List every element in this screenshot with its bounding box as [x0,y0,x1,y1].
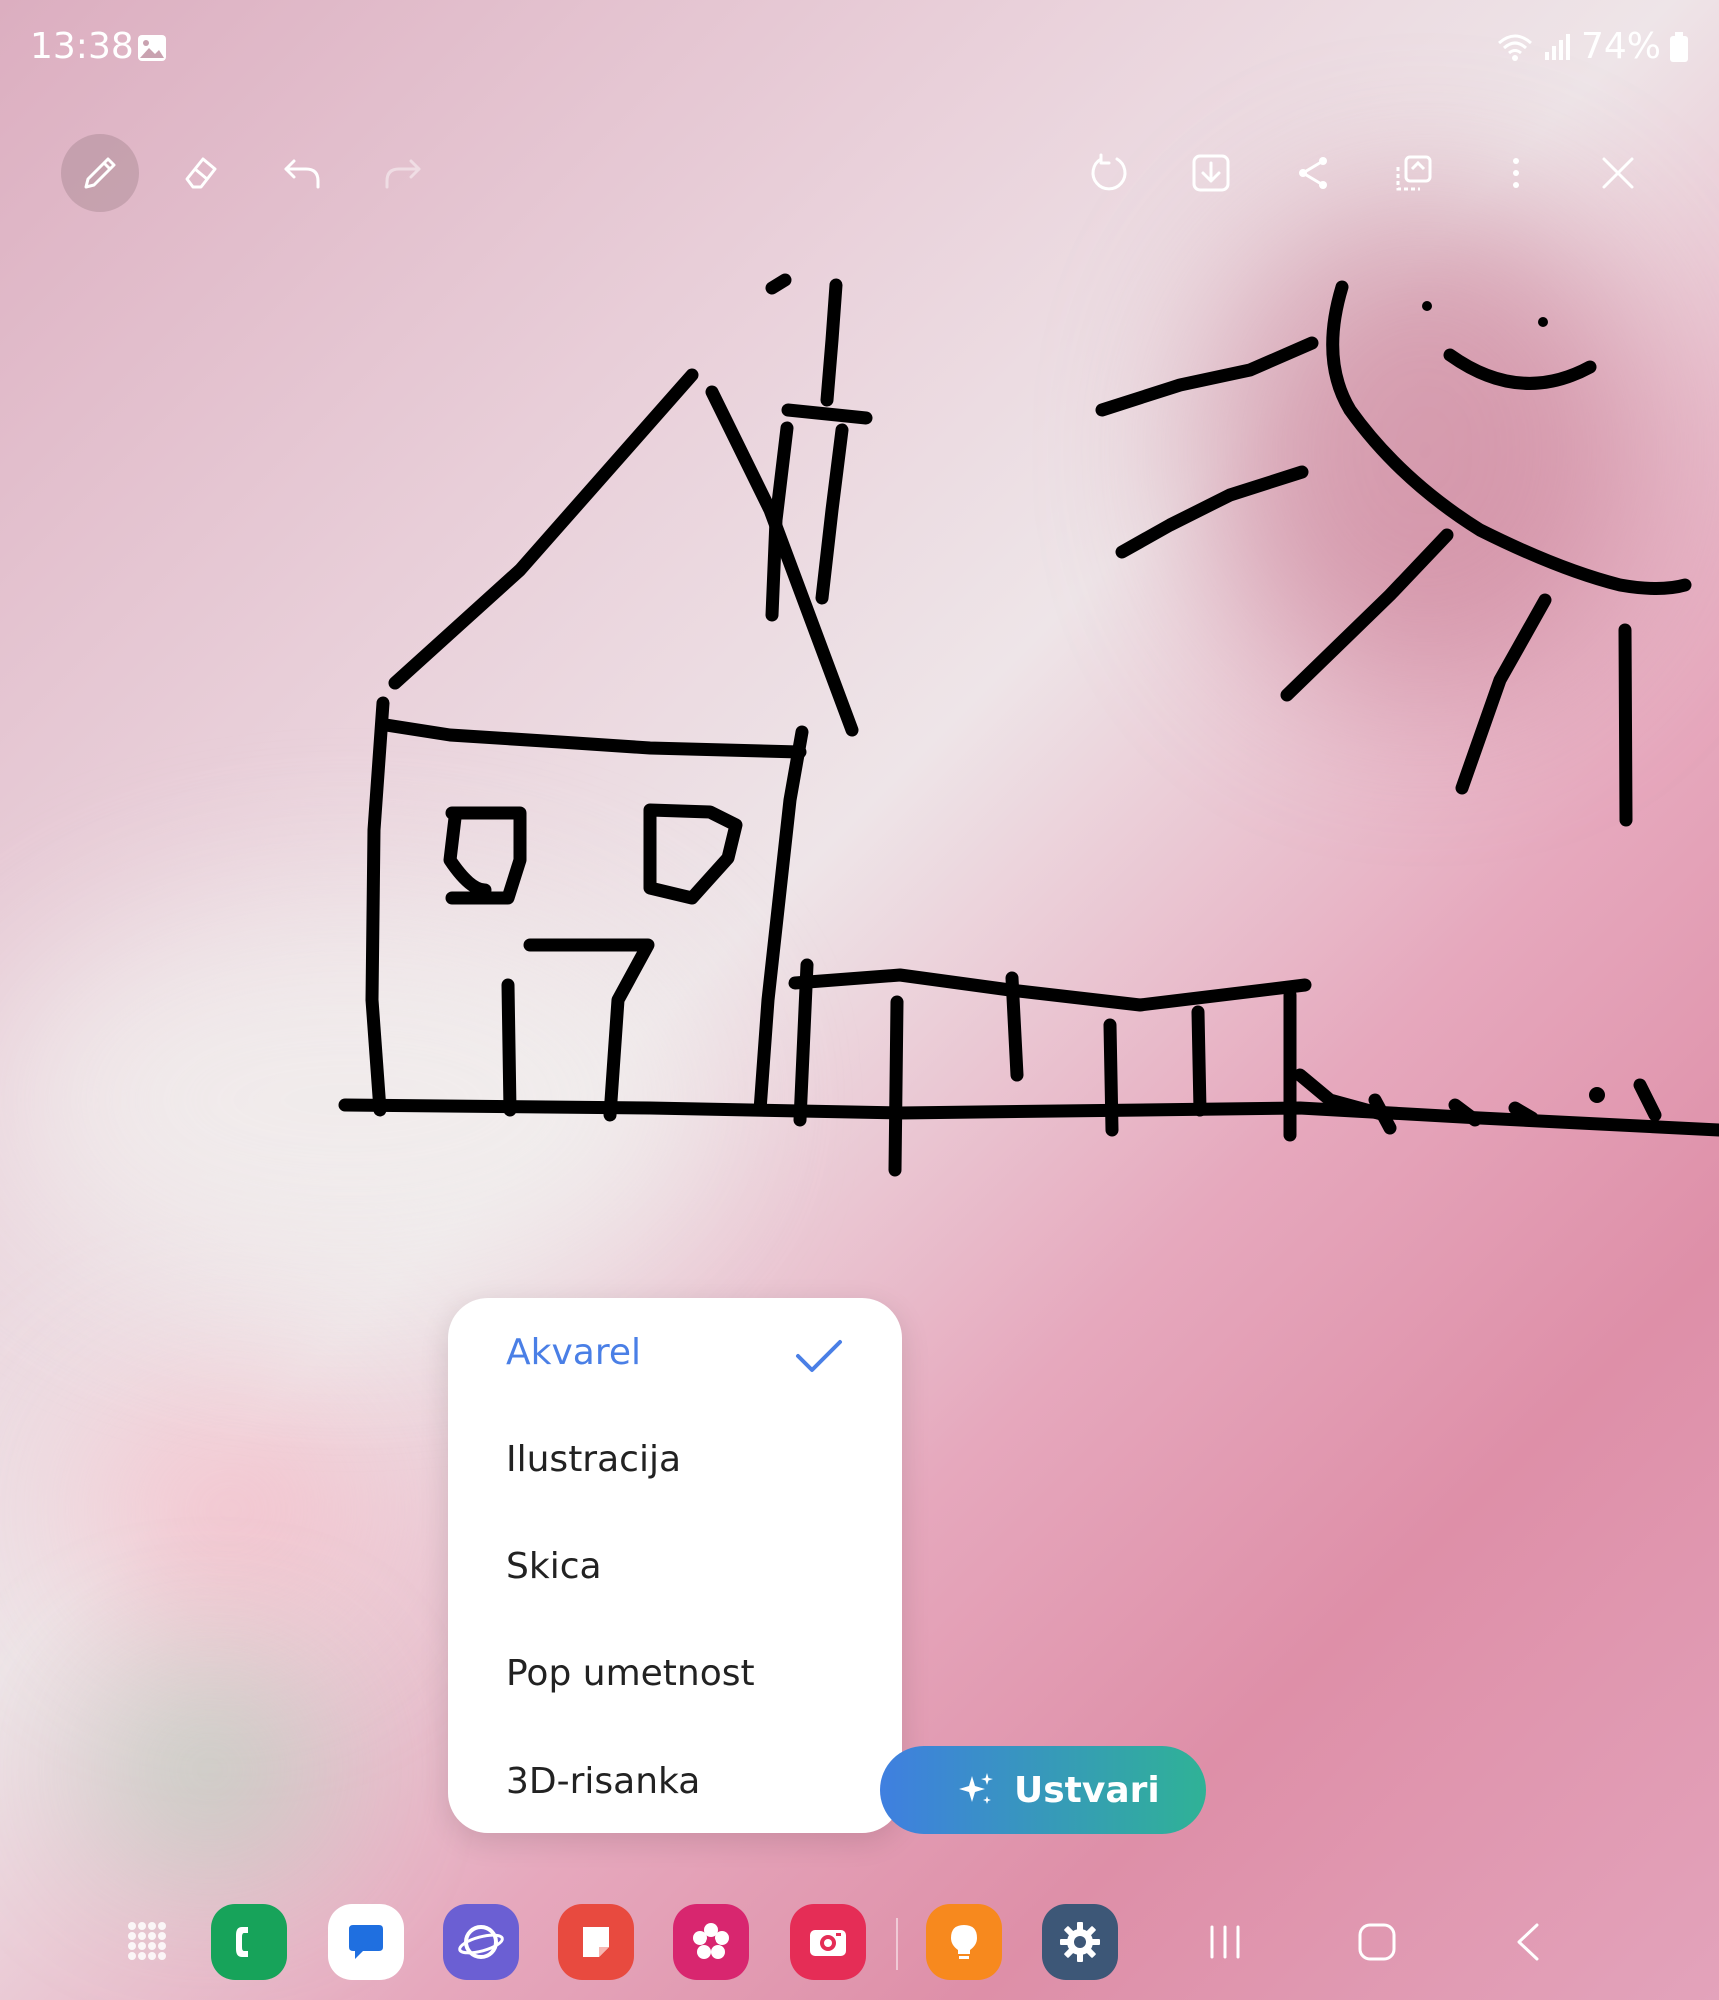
redo-icon [385,159,421,189]
eraser-button[interactable] [162,134,240,212]
style-menu: Akvarel Ilustracija Skica Pop umetnost 3… [448,1298,902,1833]
home-button[interactable] [1347,1912,1407,1972]
settings-app[interactable] [1042,1904,1118,1980]
back-icon [1517,1923,1539,1961]
phone-app[interactable] [211,1904,287,1980]
style-option-akvarel[interactable]: Akvarel [506,1332,641,1373]
reset-icon [1091,153,1127,191]
bg-blob-green [100,1680,320,1860]
close-icon [1602,157,1634,189]
recents-icon [1210,1925,1240,1959]
create-button[interactable]: Ustvari [880,1746,1206,1834]
reset-button[interactable] [1070,134,1148,212]
wifi-icon [1497,34,1532,61]
notes-app[interactable] [558,1904,634,1980]
eraser-icon [185,157,217,189]
gallery-app[interactable] [673,1904,749,1980]
redo-button[interactable] [364,134,442,212]
create-button-label: Ustvari [1014,1769,1160,1811]
apps-grid-icon [128,1922,166,1960]
settings-icon [1060,1922,1100,1962]
gallery-notification-icon [138,35,166,61]
status-right: 74% [1495,26,1689,67]
style-option-ilustracija[interactable]: Ilustracija [506,1439,681,1480]
pen-icon [84,157,116,189]
camera-app[interactable] [790,1904,866,1980]
undo-icon [284,159,320,189]
back-button[interactable] [1500,1912,1560,1972]
download-button[interactable] [1172,134,1250,212]
dock-divider [896,1918,898,1970]
more-icon [1513,158,1519,188]
download-icon [1192,154,1230,192]
camera-icon [810,1930,846,1956]
undo-button[interactable] [263,134,341,212]
recents-button[interactable] [1195,1912,1255,1972]
apps-grid-button[interactable] [110,1904,186,1980]
close-button[interactable] [1579,134,1657,212]
copy-button[interactable] [1375,134,1453,212]
signal-icon [1544,33,1570,60]
status-bar: 13:38 74% [0,0,1719,100]
battery-percent: 74% [1580,26,1661,67]
phone-icon [236,1927,248,1957]
messages-icon [349,1925,383,1959]
notes-icon [583,1927,609,1957]
check-icon [796,1340,842,1372]
tips-app[interactable] [926,1904,1002,1980]
messages-app[interactable] [328,1904,404,1980]
battery-icon [1670,31,1688,62]
status-time: 13:38 [30,26,134,67]
tips-icon [951,1925,977,1959]
internet-app[interactable] [443,1904,519,1980]
sparkle-icon [959,1773,993,1804]
home-icon [1358,1923,1396,1961]
gallery-icon [693,1923,729,1959]
copy-icon [1396,155,1432,191]
dock [0,1896,1719,2000]
share-icon [1299,157,1327,189]
style-option-pop-umetnost[interactable]: Pop umetnost [506,1653,755,1694]
style-option-3d-risanka[interactable]: 3D-risanka [506,1761,700,1802]
internet-icon [458,1925,504,1959]
bg-blob-pink [80,1380,380,1640]
more-button[interactable] [1477,134,1555,212]
drawing-canvas[interactable] [0,260,1719,1240]
share-button[interactable] [1274,134,1352,212]
style-option-skica[interactable]: Skica [506,1546,602,1587]
pen-button[interactable] [61,134,139,212]
